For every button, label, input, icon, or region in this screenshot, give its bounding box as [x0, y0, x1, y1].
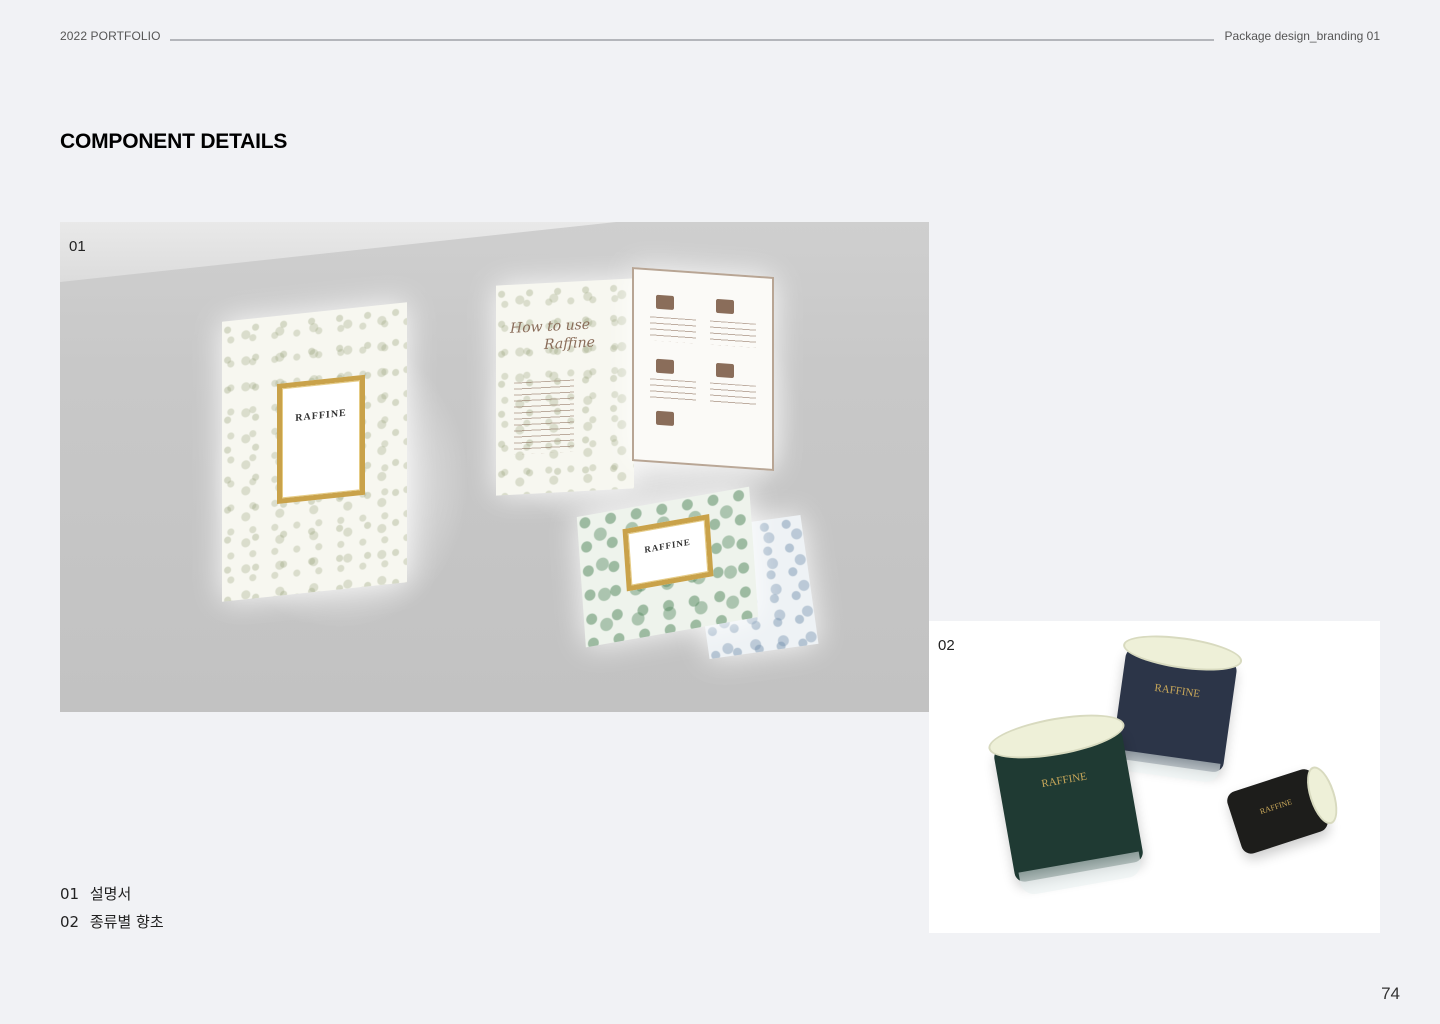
instruction-text-block	[514, 379, 574, 455]
shoe-icon	[656, 410, 674, 426]
pet-icon	[716, 362, 734, 379]
gold-frame: RAFFINE	[622, 513, 714, 592]
brand-logo: RAFFINE	[644, 536, 691, 555]
raffine-script-title: Raffine	[544, 334, 595, 354]
candle-jar-green: RAFFINE	[985, 706, 1150, 897]
photo-label: 02	[938, 637, 955, 654]
diffuser-icon	[716, 298, 734, 315]
caption-text: 설명서	[89, 885, 132, 903]
photo-candles: 02 RAFFINE RAFFINE RAFFINE	[929, 621, 1380, 933]
caption-item: 02 종류별 향초	[60, 908, 164, 936]
header-portfolio-label: 2022 PORTFOLIO	[60, 29, 161, 43]
brand-logo: RAFFINE	[295, 407, 347, 425]
caption-number: 02	[60, 913, 80, 931]
captions: 01 설명서 02 종류별 향초	[60, 880, 164, 936]
instruction-text-block	[710, 320, 756, 348]
section-title: COMPONENT DETAILS	[60, 130, 288, 153]
brand-logo: RAFFINE	[1153, 682, 1201, 701]
photo-label: 01	[69, 238, 86, 255]
header-divider	[170, 39, 1214, 41]
caption-item: 01 설명서	[60, 880, 164, 908]
booklet-open-right	[632, 267, 774, 471]
brand-logo: RAFFINE	[1258, 796, 1294, 816]
clock-icon	[656, 358, 674, 374]
diffuser-icon	[656, 294, 674, 310]
brand-logo: RAFFINE	[1040, 770, 1088, 791]
caption-text: 종류별 향초	[89, 913, 164, 931]
photo-manual-booklets: 01 RAFFINE How to use Raffine RAFFINE	[60, 222, 929, 712]
instruction-text-block	[650, 316, 696, 344]
caption-number: 01	[60, 885, 80, 903]
header-project-label: Package design_branding 01	[1224, 29, 1380, 43]
page-number: 74	[1381, 984, 1400, 1003]
booklet-open-left: How to use Raffine	[496, 278, 634, 496]
gold-frame: RAFFINE	[277, 374, 365, 504]
how-to-use-title: How to use	[510, 316, 591, 337]
instruction-text-block	[710, 382, 756, 406]
instruction-text-block	[650, 378, 696, 402]
booklet-cover: RAFFINE	[222, 302, 407, 602]
candle-jar-black: RAFFINE	[1219, 756, 1344, 864]
backdrop-wall	[60, 222, 929, 282]
